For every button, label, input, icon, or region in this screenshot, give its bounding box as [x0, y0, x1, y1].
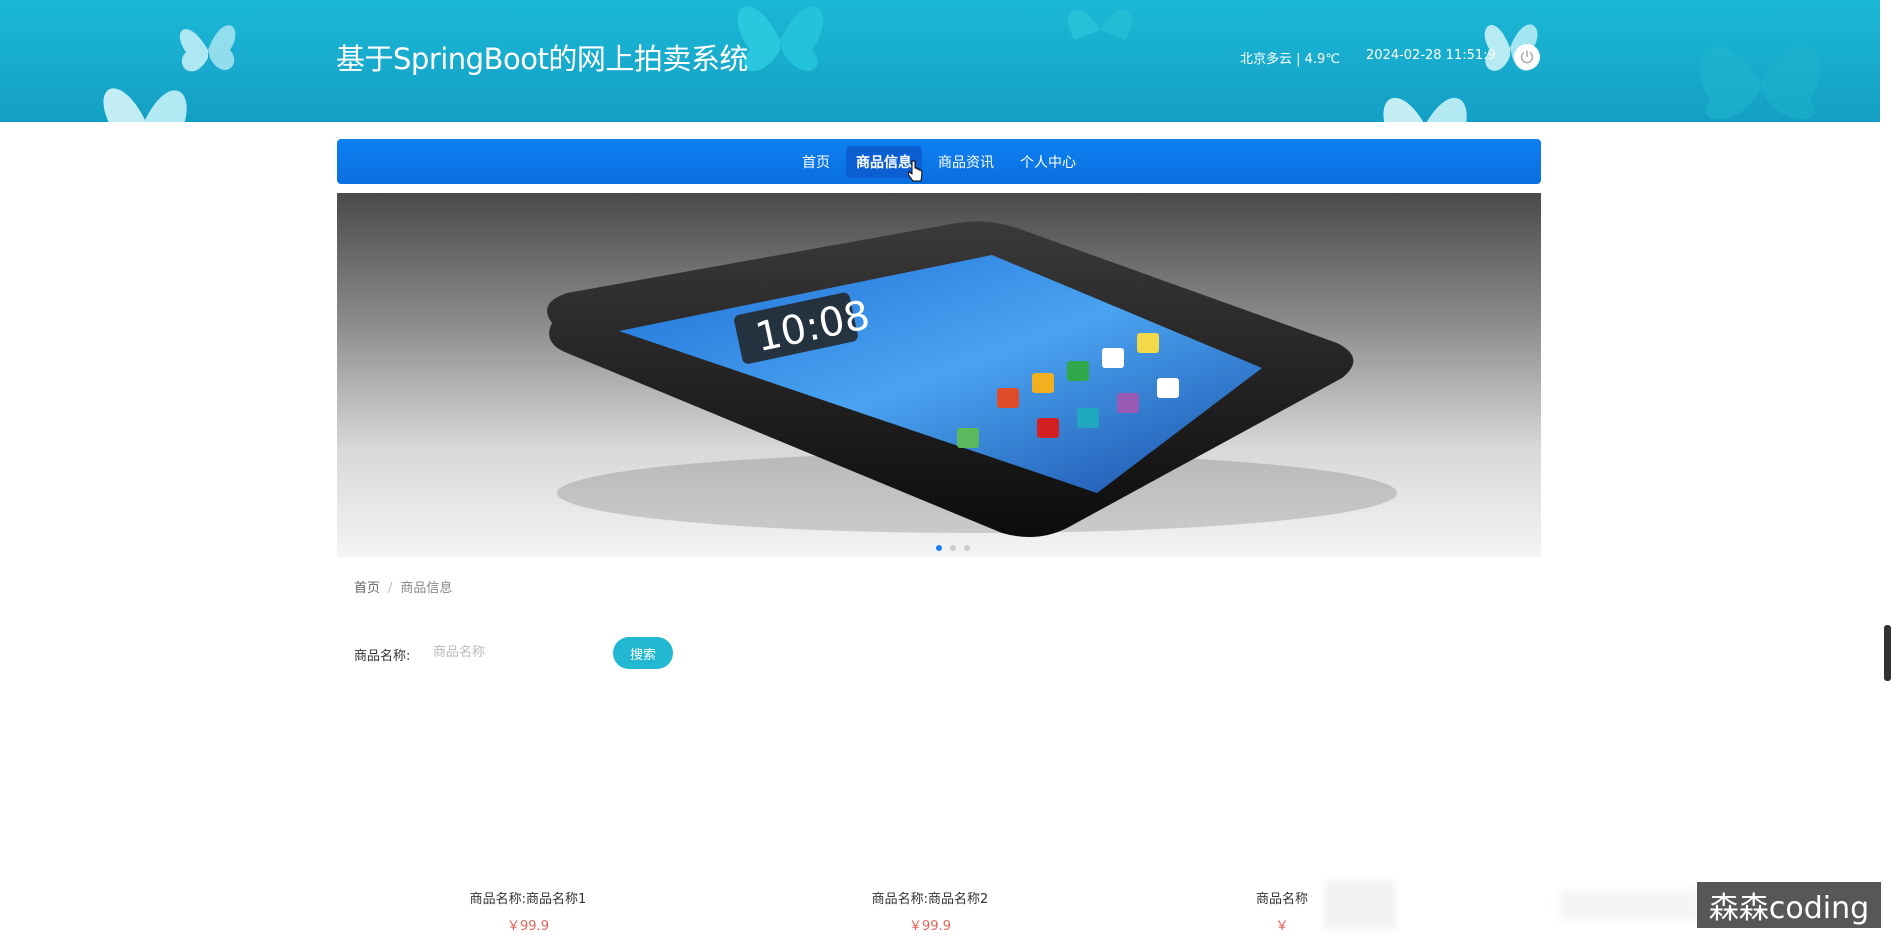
weather-info: 北京多云 | 4.9℃: [1240, 52, 1340, 67]
butterfly-decoration: [1699, 46, 1821, 120]
carousel-indicators: [936, 545, 970, 551]
product-price: ￥99.9: [909, 919, 951, 934]
main-nav: 首页 商品信息 商品资讯 个人中心: [337, 139, 1541, 184]
blur-overlay: [1560, 890, 1700, 920]
site-header: 基于SpringBoot的网上拍卖系统 北京多云 | 4.9℃ 2024-02-…: [0, 0, 1880, 122]
watermark: 森森coding: [1697, 882, 1881, 928]
product-name: 商品名称:商品名称2: [871, 892, 989, 907]
current-datetime: 2024-02-28 11:51:9: [1366, 48, 1496, 63]
product-name: 商品名称: [1255, 892, 1308, 907]
breadcrumb-separator: /: [388, 581, 393, 596]
product-price: ￥99.9: [507, 919, 549, 934]
product-name: 商品名称:商品名称1: [469, 892, 587, 907]
product-card[interactable]: 商品名称:商品名称1 ￥99.9: [408, 888, 648, 934]
blur-overlay: [1325, 880, 1395, 930]
butterfly-decoration: [103, 88, 187, 122]
search-label: 商品名称:: [354, 649, 411, 664]
nav-item-home[interactable]: 首页: [792, 146, 840, 178]
mouse-pointer-icon: [908, 160, 923, 182]
site-title: 基于SpringBoot的网上拍卖系统: [336, 42, 748, 76]
carousel-banner[interactable]: 10:08: [337, 193, 1541, 557]
breadcrumb: 首页 / 商品信息: [354, 577, 452, 596]
butterfly-decoration: [1383, 97, 1467, 122]
carousel-dot[interactable]: [936, 545, 942, 551]
search-input[interactable]: [425, 636, 615, 668]
butterfly-decoration: [1067, 9, 1133, 40]
product-card[interactable]: 商品名称:商品名称2 ￥99.9: [810, 888, 1050, 934]
carousel-dot[interactable]: [950, 545, 956, 551]
logout-button[interactable]: [1514, 44, 1540, 70]
breadcrumb-current: 商品信息: [400, 581, 453, 596]
power-icon: [1520, 50, 1534, 64]
search-button[interactable]: 搜索: [613, 637, 673, 669]
product-card[interactable]: 商品名称 ￥: [1232, 888, 1332, 934]
breadcrumb-home[interactable]: 首页: [354, 581, 380, 596]
product-price: ￥: [1275, 919, 1289, 934]
scrollbar-thumb[interactable]: [1884, 625, 1891, 681]
carousel-dot[interactable]: [964, 545, 970, 551]
tablet-product-image: 10:08: [547, 221, 1397, 538]
nav-item-personal-center[interactable]: 个人中心: [1010, 146, 1086, 178]
nav-item-news[interactable]: 商品资讯: [928, 146, 1004, 178]
